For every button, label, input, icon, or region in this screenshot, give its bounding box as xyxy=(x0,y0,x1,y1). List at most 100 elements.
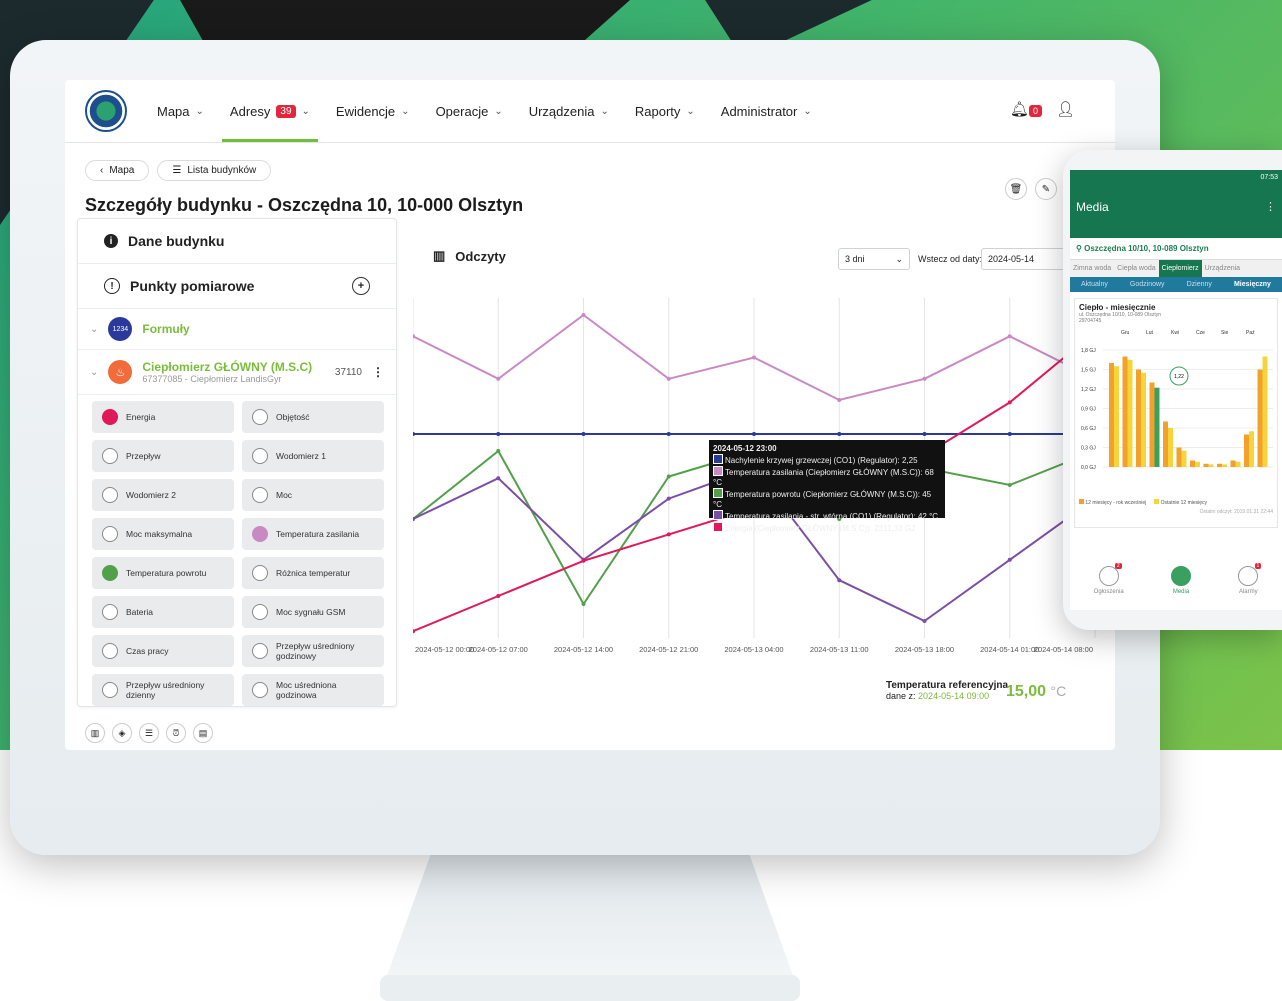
parameter-chip[interactable]: Temperatura zasilania xyxy=(242,518,384,550)
nav-raporty[interactable]: Raporty ⌄ xyxy=(635,80,695,142)
data-point[interactable] xyxy=(666,432,671,436)
phone-subtab[interactable]: Godzinowy xyxy=(1128,277,1167,292)
phone-header: 07:53 Media ⋮ xyxy=(1070,170,1282,238)
pencil-icon[interactable]: ✎ xyxy=(1035,178,1057,200)
parameter-chip[interactable]: Objętość xyxy=(242,401,384,433)
more-vertical-icon[interactable]: ⋮ xyxy=(1265,200,1276,213)
radio-dot xyxy=(102,526,118,542)
layers-icon[interactable]: ◈ xyxy=(112,723,132,743)
measurement-points-section[interactable]: ! Punkty pomiarowe + xyxy=(78,264,396,309)
data-point[interactable] xyxy=(922,432,927,436)
parameter-chip[interactable]: Energia xyxy=(92,401,234,433)
data-point[interactable] xyxy=(666,532,671,537)
data-point[interactable] xyxy=(666,474,671,479)
data-point[interactable] xyxy=(1007,334,1012,339)
parameter-chip[interactable]: Moc sygnału GSM xyxy=(242,596,384,628)
data-point[interactable] xyxy=(752,355,756,360)
phone-bar xyxy=(1176,447,1182,467)
nav-right: 🔔︎ 0 👤︎ xyxy=(1010,100,1075,118)
data-point[interactable] xyxy=(581,432,586,436)
data-point[interactable] xyxy=(666,496,671,501)
data-point[interactable] xyxy=(496,432,501,436)
data-point[interactable] xyxy=(922,376,927,381)
nav-operacje[interactable]: Operacje ⌄ xyxy=(436,80,503,142)
data-point[interactable] xyxy=(837,432,842,436)
phone-nav-alarmy[interactable]: 1 Alarmy xyxy=(1238,562,1262,595)
parameter-chip[interactable]: Moc maksymalna xyxy=(92,518,234,550)
data-point[interactable] xyxy=(496,449,501,453)
data-point[interactable] xyxy=(496,376,501,381)
parameter-chip[interactable]: Moc xyxy=(242,479,384,511)
parameter-chip[interactable]: Przepływ xyxy=(92,440,234,472)
data-point[interactable] xyxy=(837,398,842,402)
parameter-chip[interactable]: Wodomierz 2 xyxy=(92,479,234,511)
more-vertical-icon[interactable]: ⋮ xyxy=(372,365,384,379)
chart-icon xyxy=(1171,565,1191,586)
data-point[interactable] xyxy=(496,594,501,598)
parameter-label: Temperatura zasilania xyxy=(276,529,360,539)
data-point[interactable] xyxy=(581,602,586,606)
data-point[interactable] xyxy=(413,432,415,436)
phone-bar xyxy=(1163,421,1168,467)
alarm-icon[interactable]: ⏰︎ xyxy=(166,723,186,743)
nav-urzadzenia[interactable]: Urządzenia ⌄ xyxy=(529,80,609,142)
phone-bar xyxy=(1181,450,1187,467)
since-date-input[interactable]: 2024-05-14 xyxy=(981,248,1075,270)
chart-icon[interactable]: ▥ xyxy=(85,723,105,743)
phone-subtab[interactable]: Miesięczny xyxy=(1232,277,1273,292)
data-point[interactable] xyxy=(496,476,501,481)
data-point[interactable] xyxy=(581,558,586,563)
nav-adresy[interactable]: Adresy 39 ⌄ xyxy=(221,80,318,142)
user-icon[interactable]: 👤︎ xyxy=(1056,100,1075,118)
data-point[interactable] xyxy=(1007,400,1012,405)
list-icon[interactable]: ☰ xyxy=(139,723,159,743)
phone-tab[interactable]: Ciepła woda xyxy=(1114,260,1159,277)
building-list-button[interactable]: ☰ Lista budynków xyxy=(157,160,272,181)
nav-ewidencje[interactable]: Ewidencje ⌄ xyxy=(336,80,410,142)
phone-tab[interactable]: Urządzenia xyxy=(1202,260,1243,277)
phone-subtab[interactable]: Dzienny xyxy=(1185,277,1214,292)
data-point[interactable] xyxy=(837,578,842,583)
data-point[interactable] xyxy=(666,376,671,381)
parameter-chip[interactable]: Różnica temperatur xyxy=(242,557,384,589)
phone-screen: 07:53 Media ⋮ ⚲ Oszczędna 10/10, 10-089 … xyxy=(1070,170,1282,610)
back-to-map-button[interactable]: ‹ Mapa xyxy=(85,160,150,181)
phone-nav-ogłoszenia[interactable]: 2 Ogłoszenia xyxy=(1094,562,1124,595)
phone-tab[interactable]: Ciepłomierz xyxy=(1158,260,1202,277)
range-select[interactable]: 3 dni ⌄ xyxy=(838,248,910,270)
building-data-section[interactable]: i Dane budynku xyxy=(78,219,396,264)
parameter-chip[interactable]: Przepływ uśredniony godzinowy xyxy=(242,635,384,667)
bell-icon[interactable]: 🔔︎ 0 xyxy=(1010,100,1042,118)
parameter-chip[interactable]: Wodomierz 1 xyxy=(242,440,384,472)
phone-month-label: Sie xyxy=(1221,330,1228,336)
data-point[interactable] xyxy=(1007,483,1012,487)
phone-subtab[interactable]: Aktualny xyxy=(1079,277,1110,292)
parameter-chip[interactable]: Moc uśredniona godzinowa xyxy=(242,674,384,706)
parameter-chip[interactable]: Bateria xyxy=(92,596,234,628)
parameter-chip[interactable]: Temperatura powrotu xyxy=(92,557,234,589)
meter-row[interactable]: ⌄ ♨ Ciepłomierz GŁÓWNY (M.S.C) 67377085 … xyxy=(78,350,396,395)
parameter-chip[interactable]: Czas pracy xyxy=(92,635,234,667)
app-logo[interactable] xyxy=(85,90,127,132)
data-point[interactable] xyxy=(1007,432,1012,436)
data-point[interactable] xyxy=(922,619,927,623)
phone-nav-badge: 2 xyxy=(1114,562,1122,569)
trash-icon[interactable]: 🗑︎ xyxy=(1005,178,1027,200)
radio-dot xyxy=(102,448,118,464)
count-badge: 39 xyxy=(276,104,296,118)
nav-mapa[interactable]: Mapa ⌄ xyxy=(157,80,204,142)
meter-number: 37110 xyxy=(334,366,362,378)
nav-label: Raporty xyxy=(634,103,681,119)
data-point[interactable] xyxy=(1007,557,1012,562)
phone-y-tick: 0,9 GJ xyxy=(1081,407,1096,413)
document-icon[interactable]: ▤ xyxy=(193,723,213,743)
phone-card: Ciepło - miesięcznie ul. Oszczędna 10/10… xyxy=(1074,298,1278,528)
data-point[interactable] xyxy=(581,313,586,317)
phone-tab[interactable]: Zimna woda xyxy=(1070,260,1114,277)
nav-administrator[interactable]: Administrator ⌄ xyxy=(721,80,812,142)
data-point[interactable] xyxy=(752,432,756,436)
add-point-button[interactable]: + xyxy=(352,277,370,295)
formula-row[interactable]: ⌄ 1234 Formuły xyxy=(78,309,396,350)
parameter-chip[interactable]: Przepływ uśredniony dzienny xyxy=(92,674,234,706)
phone-nav-media[interactable]: Media xyxy=(1171,565,1191,595)
